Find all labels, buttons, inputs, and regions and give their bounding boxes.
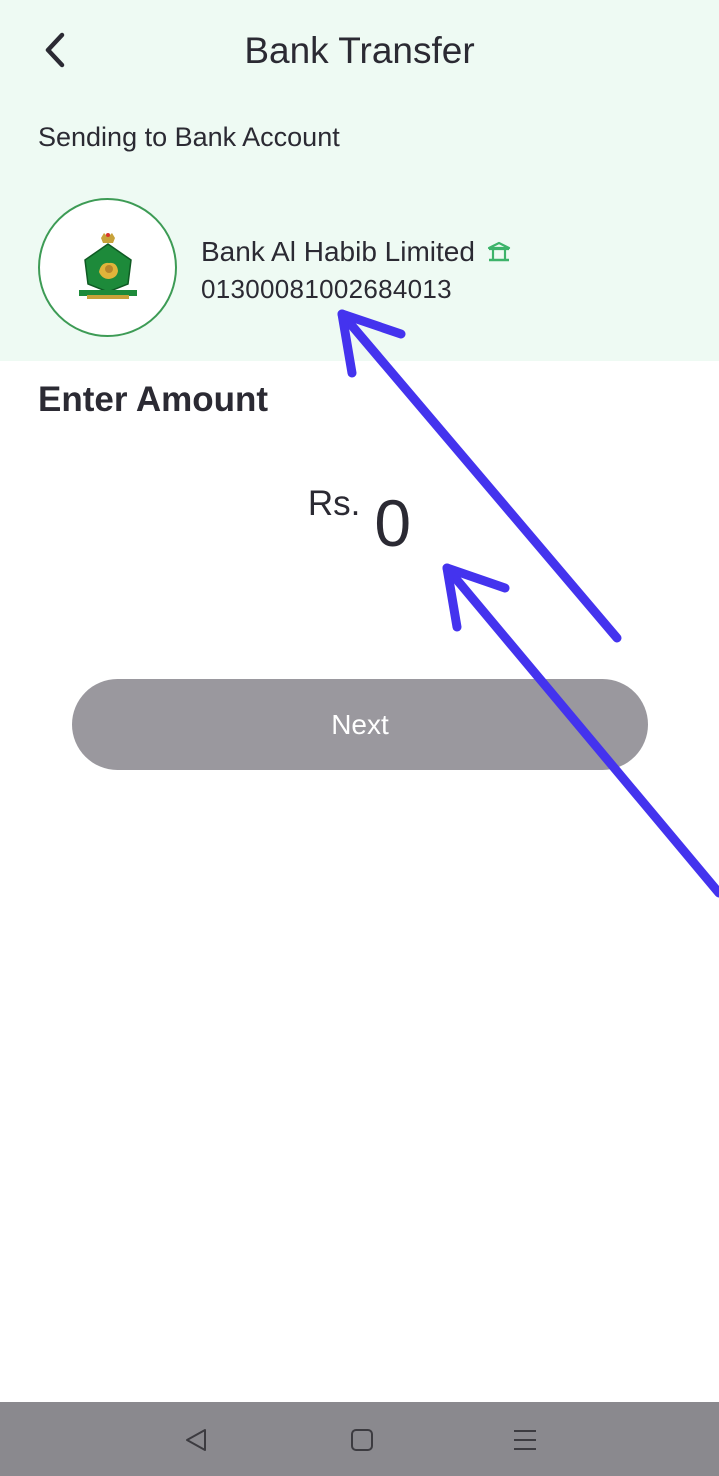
square-home-icon (351, 1429, 373, 1451)
currency-label: Rs. (307, 484, 361, 523)
bank-name: Bank Al Habib Limited (201, 236, 475, 267)
recipient-header-panel: Bank Transfer Sending to Bank Account Ba… (0, 0, 719, 361)
system-back-button[interactable] (176, 1420, 216, 1460)
bank-al-habib-logo (78, 232, 137, 299)
page-title: Bank Transfer (244, 30, 475, 71)
bank-building-icon (487, 241, 511, 262)
sending-to-label: Sending to Bank Account (38, 122, 340, 152)
next-button[interactable]: Next (72, 679, 648, 770)
annotation-arrow-account (337, 309, 622, 643)
system-home-button[interactable] (342, 1420, 382, 1460)
amount-value[interactable]: 0 (374, 490, 411, 556)
account-number: 01300081002684013 (201, 274, 452, 304)
amount-input[interactable]: Rs. 0 (0, 478, 719, 556)
triangle-back-icon (186, 1429, 206, 1451)
enter-amount-title: Enter Amount (38, 380, 269, 419)
system-nav-bar (0, 1402, 719, 1476)
bank-logo (38, 198, 177, 337)
bank-name-row: Bank Al Habib Limited (201, 236, 511, 268)
system-menu-button[interactable] (505, 1420, 545, 1460)
three-lines-menu-icon (514, 1430, 536, 1450)
